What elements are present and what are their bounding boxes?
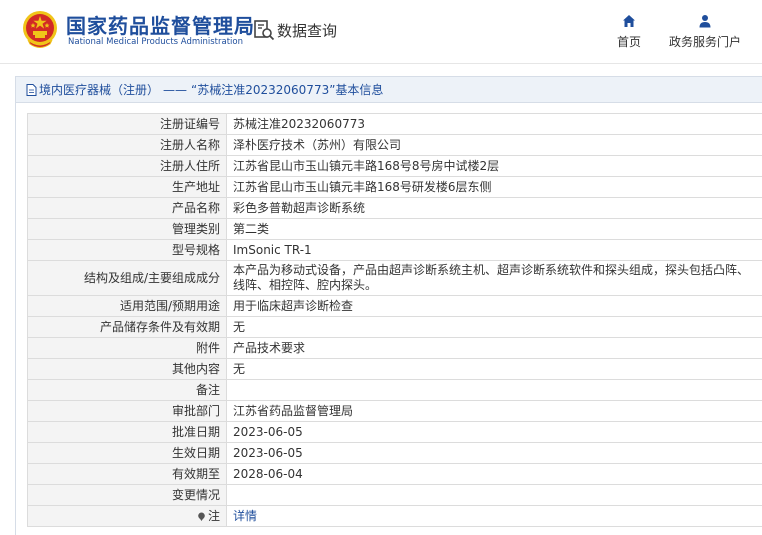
- nav-service-portal-label: 政务服务门户: [668, 35, 741, 49]
- table-row: 适用范围/预期用途 用于临床超声诊断检查: [27, 295, 762, 317]
- document-search-icon: [254, 20, 275, 41]
- table-row: 结构及组成/主要组成成分 本产品为移动式设备，产品由超声诊断系统主机、超声诊断系统…: [27, 260, 762, 296]
- detail-panel: 境内医疗器械（注册） —— “苏械注准20232060773”基本信息 注册证编…: [15, 76, 762, 535]
- breadcrumb: 境内医疗器械（注册） —— “苏械注准20232060773”基本信息: [16, 77, 762, 103]
- table-row: 产品储存条件及有效期无: [27, 316, 762, 338]
- table-row: 管理类别 第二类: [27, 218, 762, 240]
- registration-info-table: 注册证编号 苏械注准20232060773 注册人名称 泽朴医疗技术（苏州）有限公司注…: [27, 113, 762, 527]
- field-value: 用于临床超声诊断检查: [226, 295, 762, 317]
- field-label: 注册人名称: [27, 134, 227, 156]
- field-label: 备注: [27, 379, 227, 401]
- field-label: 审批部门: [27, 400, 227, 422]
- detail-label: 注: [207, 508, 220, 523]
- national-emblem-icon: [23, 11, 57, 48]
- field-value: 2023-06-05: [226, 421, 762, 443]
- table-row: 生产地址 江苏省昆山市玉山镇元丰路168号研发楼6层东侧: [27, 176, 762, 198]
- data-query-link[interactable]: 数据查询: [253, 18, 337, 42]
- field-value: ImSonic TR-1: [226, 239, 762, 261]
- table-row: 审批部门 江苏省药品监督管理局: [27, 400, 762, 422]
- user-icon: [699, 15, 711, 28]
- field-value: 无: [226, 316, 762, 338]
- field-label: 生效日期: [27, 442, 227, 464]
- home-icon: [623, 15, 635, 27]
- site-header: 国家药品监督管理局 National Medical Products Admi…: [0, 0, 762, 64]
- nav-service-portal[interactable]: 政务服务门户: [660, 14, 750, 50]
- field-label: 变更情况: [27, 484, 227, 506]
- field-label: 结构及组成/主要组成成分: [27, 260, 227, 296]
- field-label: 管理类别: [27, 218, 227, 240]
- table-row: 附件 产品技术要求: [27, 337, 762, 359]
- field-value: 2023-06-05: [226, 442, 762, 464]
- table-row: 注册证编号 苏械注准20232060773: [27, 113, 762, 135]
- detail-link[interactable]: 详情: [233, 509, 257, 523]
- field-value: 第二类: [226, 218, 762, 240]
- field-label: 批准日期: [27, 421, 227, 443]
- table-row: 产品名称 彩色多普勒超声诊断系统: [27, 197, 762, 219]
- breadcrumb-category[interactable]: 境内医疗器械（注册）: [39, 81, 159, 98]
- pin-icon: [198, 512, 205, 521]
- field-label: 其他内容: [27, 358, 227, 380]
- field-value: 2028-06-04: [226, 463, 762, 485]
- field-value: 苏械注准20232060773: [226, 113, 762, 135]
- brand-subtitle: National Medical Products Administration: [68, 37, 243, 47]
- table-row: 注册人名称 泽朴医疗技术（苏州）有限公司: [27, 134, 762, 156]
- field-value: 泽朴医疗技术（苏州）有限公司: [226, 134, 762, 156]
- field-value: 江苏省昆山市玉山镇元丰路168号研发楼6层东侧: [226, 176, 762, 198]
- field-label: 型号规格: [27, 239, 227, 261]
- document-icon: [26, 83, 37, 96]
- field-value: 江苏省昆山市玉山镇元丰路168号8号房中试楼2层: [226, 155, 762, 177]
- field-label: 注册人住所: [27, 155, 227, 177]
- field-label: 产品储存条件及有效期: [27, 316, 227, 338]
- table-row: 批准日期 2023-06-05: [27, 421, 762, 443]
- field-value: 本产品为移动式设备，产品由超声诊断系统主机、超声诊断系统软件和探头组成，探头包括…: [226, 260, 762, 296]
- field-value: 无: [226, 358, 762, 380]
- page-title: “苏械注准20232060773”基本信息: [191, 83, 384, 97]
- table-row: 注册人住所 江苏省昆山市玉山镇元丰路168号8号房中试楼2层: [27, 155, 762, 177]
- detail-label-cell: 注: [27, 505, 227, 527]
- detail-value-cell: 详情: [226, 505, 762, 527]
- field-value: 江苏省药品监督管理局: [226, 400, 762, 422]
- field-value: 产品技术要求: [226, 337, 762, 359]
- breadcrumb-separator: ——: [163, 82, 188, 97]
- brand-title: 国家药品监督管理局: [66, 14, 255, 38]
- table-row: 型号规格 ImSonic TR-1: [27, 239, 762, 261]
- table-row: 有效期至 2028-06-04: [27, 463, 762, 485]
- field-value: [226, 484, 762, 506]
- data-query-label: 数据查询: [277, 21, 338, 40]
- table-row: 其他内容无: [27, 358, 762, 380]
- field-label: 附件: [27, 337, 227, 359]
- field-value: 彩色多普勒超声诊断系统: [226, 197, 762, 219]
- field-label: 有效期至: [27, 463, 227, 485]
- table-row: 变更情况: [27, 484, 762, 506]
- table-row: 生效日期 2023-06-05: [27, 442, 762, 464]
- field-value: [226, 379, 762, 401]
- field-label: 生产地址: [27, 176, 227, 198]
- field-label: 适用范围/预期用途: [27, 295, 227, 317]
- field-label: 注册证编号: [27, 113, 227, 135]
- table-row-detail: 注详情: [27, 505, 762, 527]
- field-label: 产品名称: [27, 197, 227, 219]
- table-row: 备注: [27, 379, 762, 401]
